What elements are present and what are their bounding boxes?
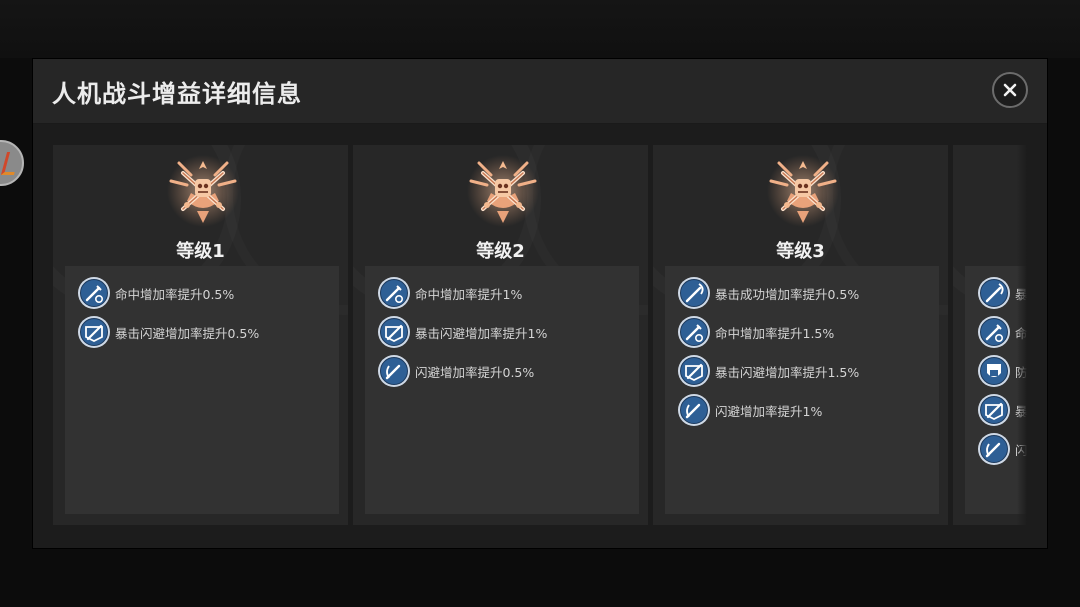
level-card: 等级3 暴击成功增加率提升0.5% 命中增加率提升1.5% 暴击闪避增加率提升1.5%… — [653, 145, 948, 525]
evade-icon — [77, 315, 111, 349]
buff-description: 命中增加率提升1.5% — [715, 325, 835, 341]
card-level-label: 等级3 — [776, 241, 825, 262]
buff-item: 暴击闪避增加率提升1.5% — [677, 354, 859, 388]
level-card: 暴命防暴闪 — [953, 145, 1027, 525]
buff-item: 暴击成功增加率提升0.5% — [677, 276, 859, 310]
buff-description: 命中增加率提升0.5% — [115, 286, 235, 302]
close-button[interactable] — [992, 72, 1028, 108]
dodge-icon — [977, 432, 1011, 466]
side-notification-badge[interactable] — [0, 140, 24, 186]
buff-item: 闪避增加率提升0.5% — [377, 354, 534, 388]
dialog-title: 人机战斗增益详细信息 — [52, 80, 302, 108]
level-card-list[interactable]: 等级1 命中增加率提升0.5% 暴击闪避增加率提升0.5% 等级2 命中增加率提升1%… — [53, 145, 1027, 528]
buff-description: 暴击成功增加率提升0.5% — [715, 286, 860, 302]
critical-icon — [977, 276, 1011, 310]
skull-crest-icon — [465, 153, 541, 229]
buff-item: 命中增加率提升0.5% — [77, 276, 234, 310]
evade-icon — [377, 315, 411, 349]
buff-list: 命中增加率提升0.5% 暴击闪避增加率提升0.5% — [65, 266, 339, 514]
sword-icon — [677, 315, 711, 349]
evade-icon — [977, 393, 1011, 427]
skull-crest-icon — [165, 153, 241, 229]
critical-icon — [677, 276, 711, 310]
buff-list: 暴击成功增加率提升0.5% 命中增加率提升1.5% 暴击闪避增加率提升1.5% 闪避增… — [665, 266, 939, 514]
scroll-fade — [1017, 145, 1027, 528]
buff-list: 命中增加率提升1% 暴击闪避增加率提升1% 闪避增加率提升0.5% — [365, 266, 639, 514]
background-strip — [0, 0, 1080, 58]
buff-item: 闪避增加率提升1% — [677, 393, 822, 427]
dodge-icon — [377, 354, 411, 388]
buff-description: 暴击闪避增加率提升0.5% — [115, 325, 260, 341]
buff-description: 闪避增加率提升0.5% — [415, 364, 535, 380]
level-card: 等级2 命中增加率提升1% 暴击闪避增加率提升1% 闪避增加率提升0.5% — [353, 145, 648, 525]
shield-icon — [977, 354, 1011, 388]
sword-icon — [77, 276, 111, 310]
buff-item: 命中增加率提升1% — [377, 276, 522, 310]
card-level-label: 等级1 — [176, 241, 225, 262]
dialog-header: 人机战斗增益详细信息 — [33, 59, 1047, 124]
buff-item: 暴击闪避增加率提升1% — [377, 315, 547, 349]
sword-icon — [377, 276, 411, 310]
level-card: 等级1 命中增加率提升0.5% 暴击闪避增加率提升0.5% — [53, 145, 348, 525]
buff-description: 命中增加率提升1% — [415, 286, 523, 302]
buff-detail-dialog: 人机战斗增益详细信息 等级1 命中增加率提升0.5% 暴击闪避增加率提升0.5% — [33, 59, 1047, 548]
buff-description: 暴击闪避增加率提升1.5% — [715, 364, 860, 380]
buff-description: 暴击闪避增加率提升1% — [415, 325, 548, 341]
skull-crest-icon — [765, 153, 841, 229]
evade-icon — [677, 354, 711, 388]
buff-description: 闪避增加率提升1% — [715, 403, 823, 419]
dodge-icon — [677, 393, 711, 427]
buff-item: 命中增加率提升1.5% — [677, 315, 834, 349]
sword-icon — [977, 315, 1011, 349]
card-level-label: 等级2 — [476, 241, 525, 262]
close-icon — [1003, 83, 1017, 97]
buff-item: 暴击闪避增加率提升0.5% — [77, 315, 259, 349]
